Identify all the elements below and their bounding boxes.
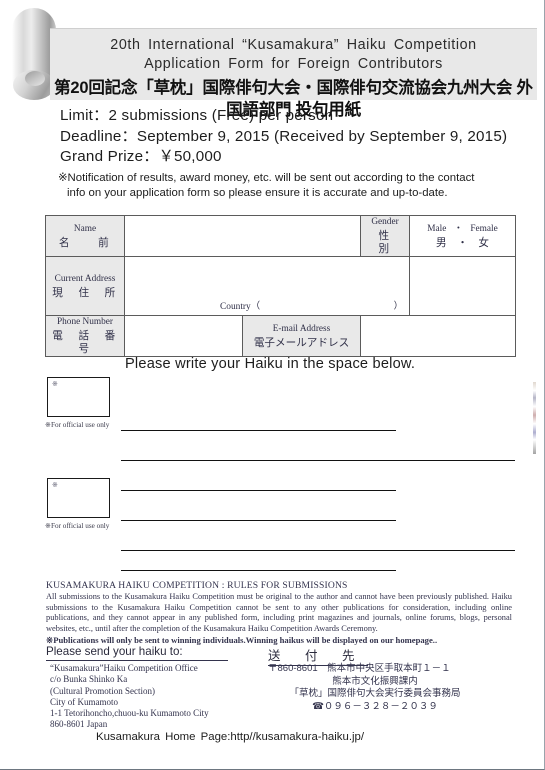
table-row-contact: Phone Number 電 話 番 号 E-mail Address 電子メー… bbox=[45, 315, 516, 357]
scan-edge-artifact bbox=[533, 382, 536, 454]
name-label-en: Name bbox=[73, 223, 97, 234]
address-en-line-5: 1-1 Tetorihoncho,chuou-ku Kumamoto City bbox=[50, 708, 209, 719]
email-label-cell: E-mail Address 電子メールアドレス bbox=[242, 315, 361, 357]
email-label-jp: 電子メールアドレス bbox=[253, 337, 350, 349]
country-label: Country（ bbox=[220, 302, 261, 312]
haiku-write-line-6[interactable] bbox=[121, 570, 396, 571]
phone-input-cell[interactable] bbox=[124, 315, 243, 357]
rules-heading: KUSAMAKURA HAIKU COMPETITION : RULES FOR… bbox=[46, 580, 348, 591]
address-en-line-1: “Kusamakura”Haiku Competition Office bbox=[50, 663, 198, 673]
address-en-line-2: c/o Bunka Shinko Ka bbox=[50, 674, 128, 685]
header-english-title: 20th International “Kusamakura” Haiku Co… bbox=[50, 29, 537, 74]
official-use-mark-2: ※ bbox=[52, 482, 58, 489]
gender-options-cell[interactable]: Male ・ Female 男 ・ 女 bbox=[409, 215, 516, 257]
form-header-band: 20th International “Kusamakura” Haiku Co… bbox=[50, 28, 537, 119]
address-jp-line-1: 〒860-8601 熊本市中央区手取本町１－１ bbox=[268, 663, 451, 674]
name-label-cell: Name 名 前 bbox=[45, 215, 125, 257]
notification-note-line-2: info on your application form so please … bbox=[67, 186, 448, 199]
haiku-write-line-2[interactable] bbox=[121, 460, 515, 461]
address-input-cell[interactable]: Country（ ） bbox=[124, 256, 410, 316]
gender-label-cell: Gender 性 別 bbox=[360, 215, 418, 257]
name-label-jp: 名 前 bbox=[58, 237, 112, 249]
haiku-write-line-4[interactable] bbox=[121, 520, 396, 521]
grand-prize-line: Grand Prize：￥50,000 bbox=[60, 148, 222, 165]
official-use-caption-1: ※For official use only bbox=[45, 421, 110, 429]
application-form-page: 20th International “Kusamakura” Haiku Co… bbox=[0, 0, 545, 770]
deadline-line: Deadline：September 9, 2015 (Received by … bbox=[60, 127, 508, 145]
address-label-cell: Current Address 現 住 所 bbox=[45, 256, 125, 316]
rules-section: KUSAMAKURA HAIKU COMPETITION : RULES FOR… bbox=[46, 580, 512, 646]
name-input-cell[interactable] bbox=[124, 215, 361, 257]
table-row-name: Name 名 前 Gender 性 別 Male ・ Female 男 ・ 女 bbox=[45, 215, 516, 257]
intro-block: Limit：2 submissions (Free) per person De… bbox=[60, 106, 530, 168]
phone-label-en: Phone Number bbox=[56, 317, 114, 327]
haiku-instruction: Please write your Haiku in the space bel… bbox=[125, 356, 416, 372]
official-use-caption-2: ※For official use only bbox=[45, 522, 110, 530]
phone-label-cell: Phone Number 電 話 番 号 bbox=[45, 315, 131, 357]
phone-label-jp: 電 話 番 号 bbox=[52, 331, 131, 355]
send-address-en: “Kusamakura”Haiku Competition Office c/o… bbox=[50, 663, 209, 731]
haiku-write-line-5[interactable] bbox=[121, 550, 515, 551]
header-english-line-1: 20th International “Kusamakura” Haiku Co… bbox=[110, 37, 477, 53]
send-address-jp: 〒860-8601 熊本市中央区手取本町１－１ 熊本市文化振興課内 「草枕」国際… bbox=[268, 663, 518, 713]
notification-note-line-1: ※Notification of results, award money, e… bbox=[58, 172, 475, 184]
gender-options-jp: 男 ・ 女 bbox=[435, 237, 490, 249]
gender-options-en: Male ・ Female bbox=[427, 223, 498, 234]
homepage-url[interactable]: Kusamakura Home Page:http//kusamakura-ha… bbox=[96, 731, 364, 743]
address-en-line-3: (Cultural Promotion Section) bbox=[50, 685, 155, 696]
address-en-line-6: 860-8601 Japan bbox=[50, 719, 108, 730]
address-jp-line-2: 熊本市文化振興課内 bbox=[332, 675, 418, 687]
haiku-write-line-1[interactable] bbox=[121, 430, 396, 431]
country-close-paren: ） bbox=[393, 302, 403, 312]
scroll-hole-shape bbox=[25, 71, 45, 86]
official-use-box-2: ※ bbox=[47, 478, 110, 518]
haiku-write-line-3[interactable] bbox=[121, 490, 396, 491]
address-label-en: Current Address bbox=[54, 273, 116, 284]
address-jp-line-3: 「草枕」国際俳句大会実行委員会事務局 bbox=[289, 688, 461, 700]
official-use-box-1: ※ bbox=[47, 377, 110, 417]
gender-label-jp: 性 別 bbox=[378, 231, 418, 255]
country-field[interactable]: Country（ ） bbox=[220, 298, 403, 312]
address-en-line-4: City of Kumamoto bbox=[50, 696, 118, 707]
gender-label-en: Gender bbox=[371, 217, 399, 227]
address-input-cell-right[interactable] bbox=[409, 256, 516, 316]
header-english-line-2: Application Form for Foreign Contributor… bbox=[144, 56, 443, 72]
rules-body: All submissions to the Kusamakura Haiku … bbox=[46, 592, 512, 633]
notification-note: ※Notification of results, award money, e… bbox=[58, 171, 518, 200]
address-label-jp: 現 住 所 bbox=[52, 287, 118, 299]
applicant-info-table: Name 名 前 Gender 性 別 Male ・ Female 男 ・ 女 … bbox=[45, 215, 516, 357]
official-use-mark-1: ※ bbox=[52, 381, 58, 388]
send-heading-en: Please send your haiku to: bbox=[46, 645, 228, 661]
table-row-address: Current Address 現 住 所 Country（ ） bbox=[45, 256, 516, 316]
email-input-cell[interactable] bbox=[360, 315, 516, 357]
address-jp-phone: ☎０９６－３２８－２０３９ bbox=[312, 700, 438, 712]
email-label-en: E-mail Address bbox=[272, 323, 331, 334]
limit-line: Limit：2 submissions (Free) per person bbox=[60, 107, 334, 124]
